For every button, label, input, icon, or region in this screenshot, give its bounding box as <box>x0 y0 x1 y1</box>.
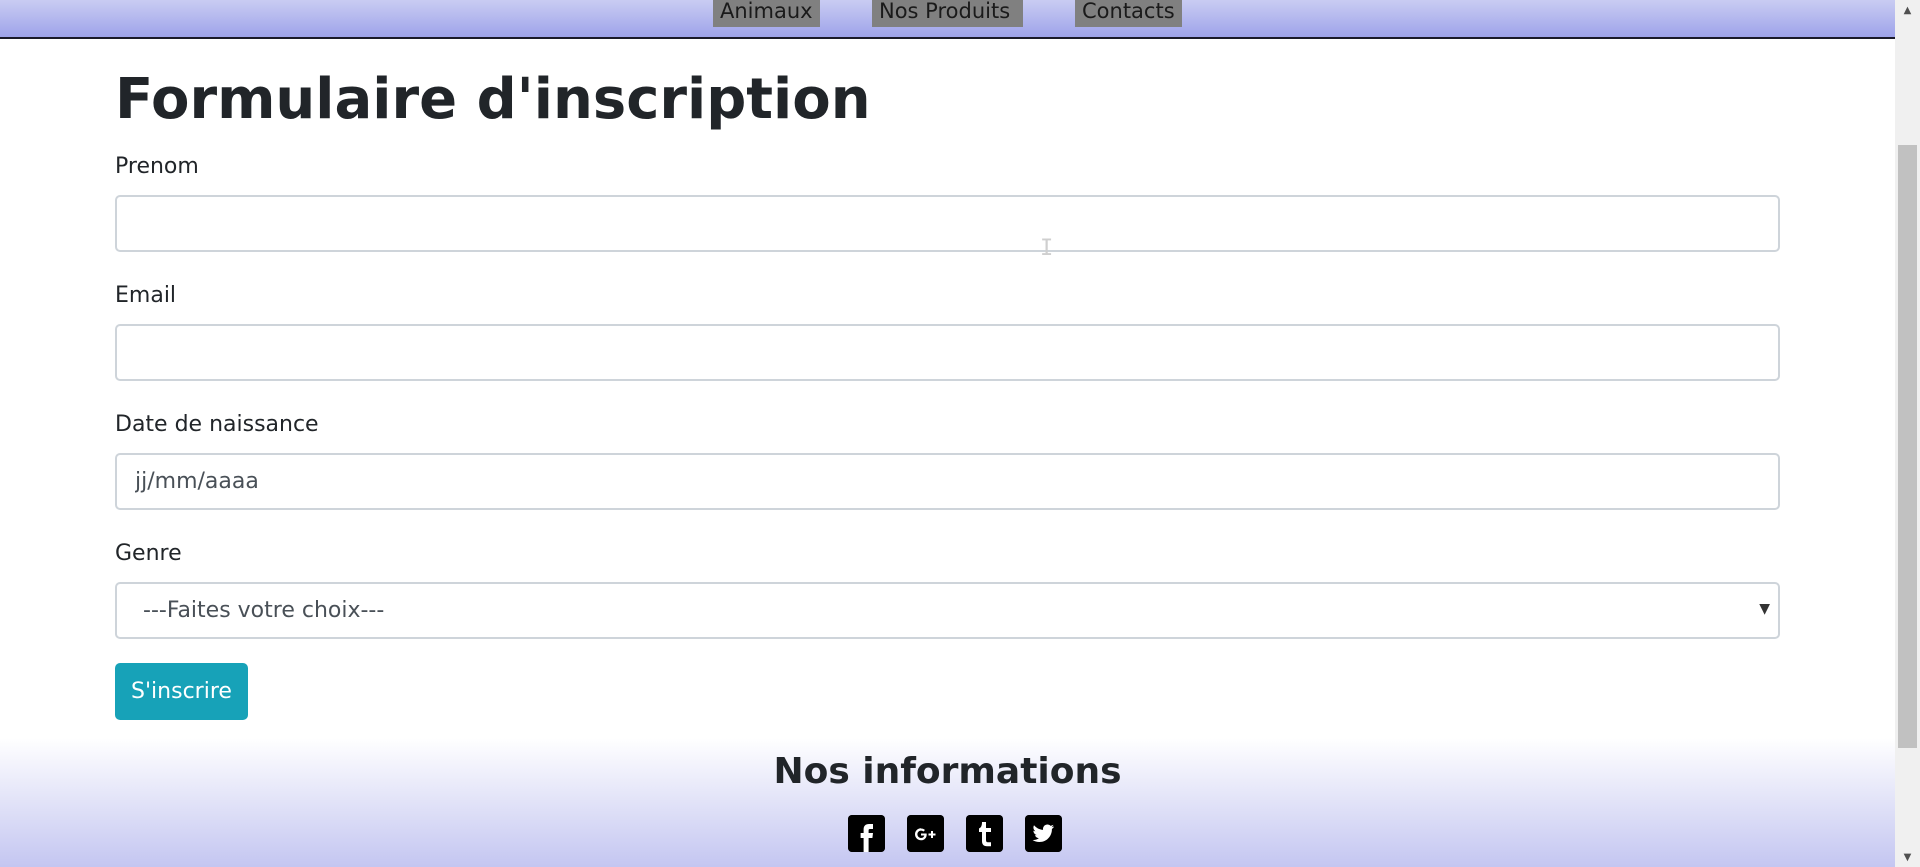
prenom-input[interactable] <box>115 195 1780 252</box>
page-title: Formulaire d'inscription <box>115 67 871 132</box>
vertical-scrollbar[interactable]: ▲ ▼ <box>1895 0 1920 867</box>
birthdate-input[interactable] <box>115 453 1780 510</box>
chevron-down-icon: ▼ <box>1759 601 1770 617</box>
genre-select-value: ---Faites votre choix--- <box>143 598 385 623</box>
nav-link-label: Nos Produits <box>879 0 1011 23</box>
top-navbar: Animaux Nos Produits Contacts <box>0 0 1895 39</box>
scroll-thumb[interactable] <box>1898 145 1917 748</box>
nav-link-contacts[interactable]: Contacts <box>1075 0 1182 27</box>
page: Animaux Nos Produits Contacts Formulaire… <box>0 0 1895 867</box>
footer-title: Nos informations <box>773 751 1122 792</box>
twitter-icon[interactable] <box>1025 815 1062 852</box>
submit-button[interactable]: S'inscrire <box>115 663 248 720</box>
nav-link-label: Animaux <box>720 0 813 23</box>
email-input[interactable] <box>115 324 1780 381</box>
nav-link-animaux[interactable]: Animaux <box>713 0 820 27</box>
nav-link-nos-produits[interactable]: Nos Produits <box>872 0 1023 27</box>
genre-label: Genre <box>115 541 182 566</box>
email-label: Email <box>115 283 177 308</box>
footer: Nos informations <box>0 738 1895 867</box>
scroll-down-arrow-icon[interactable]: ▼ <box>1895 847 1920 867</box>
nav-link-label: Contacts <box>1082 0 1175 23</box>
google-plus-icon[interactable] <box>907 815 944 852</box>
scroll-up-arrow-icon[interactable]: ▲ <box>1895 0 1920 20</box>
text-cursor-icon: I <box>1040 236 1054 261</box>
birthdate-label: Date de naissance <box>115 412 319 437</box>
genre-select[interactable]: ---Faites votre choix--- ▼ <box>115 582 1780 639</box>
prenom-label: Prenom <box>115 154 199 179</box>
tumblr-icon[interactable] <box>966 815 1003 852</box>
facebook-icon[interactable] <box>848 815 885 852</box>
